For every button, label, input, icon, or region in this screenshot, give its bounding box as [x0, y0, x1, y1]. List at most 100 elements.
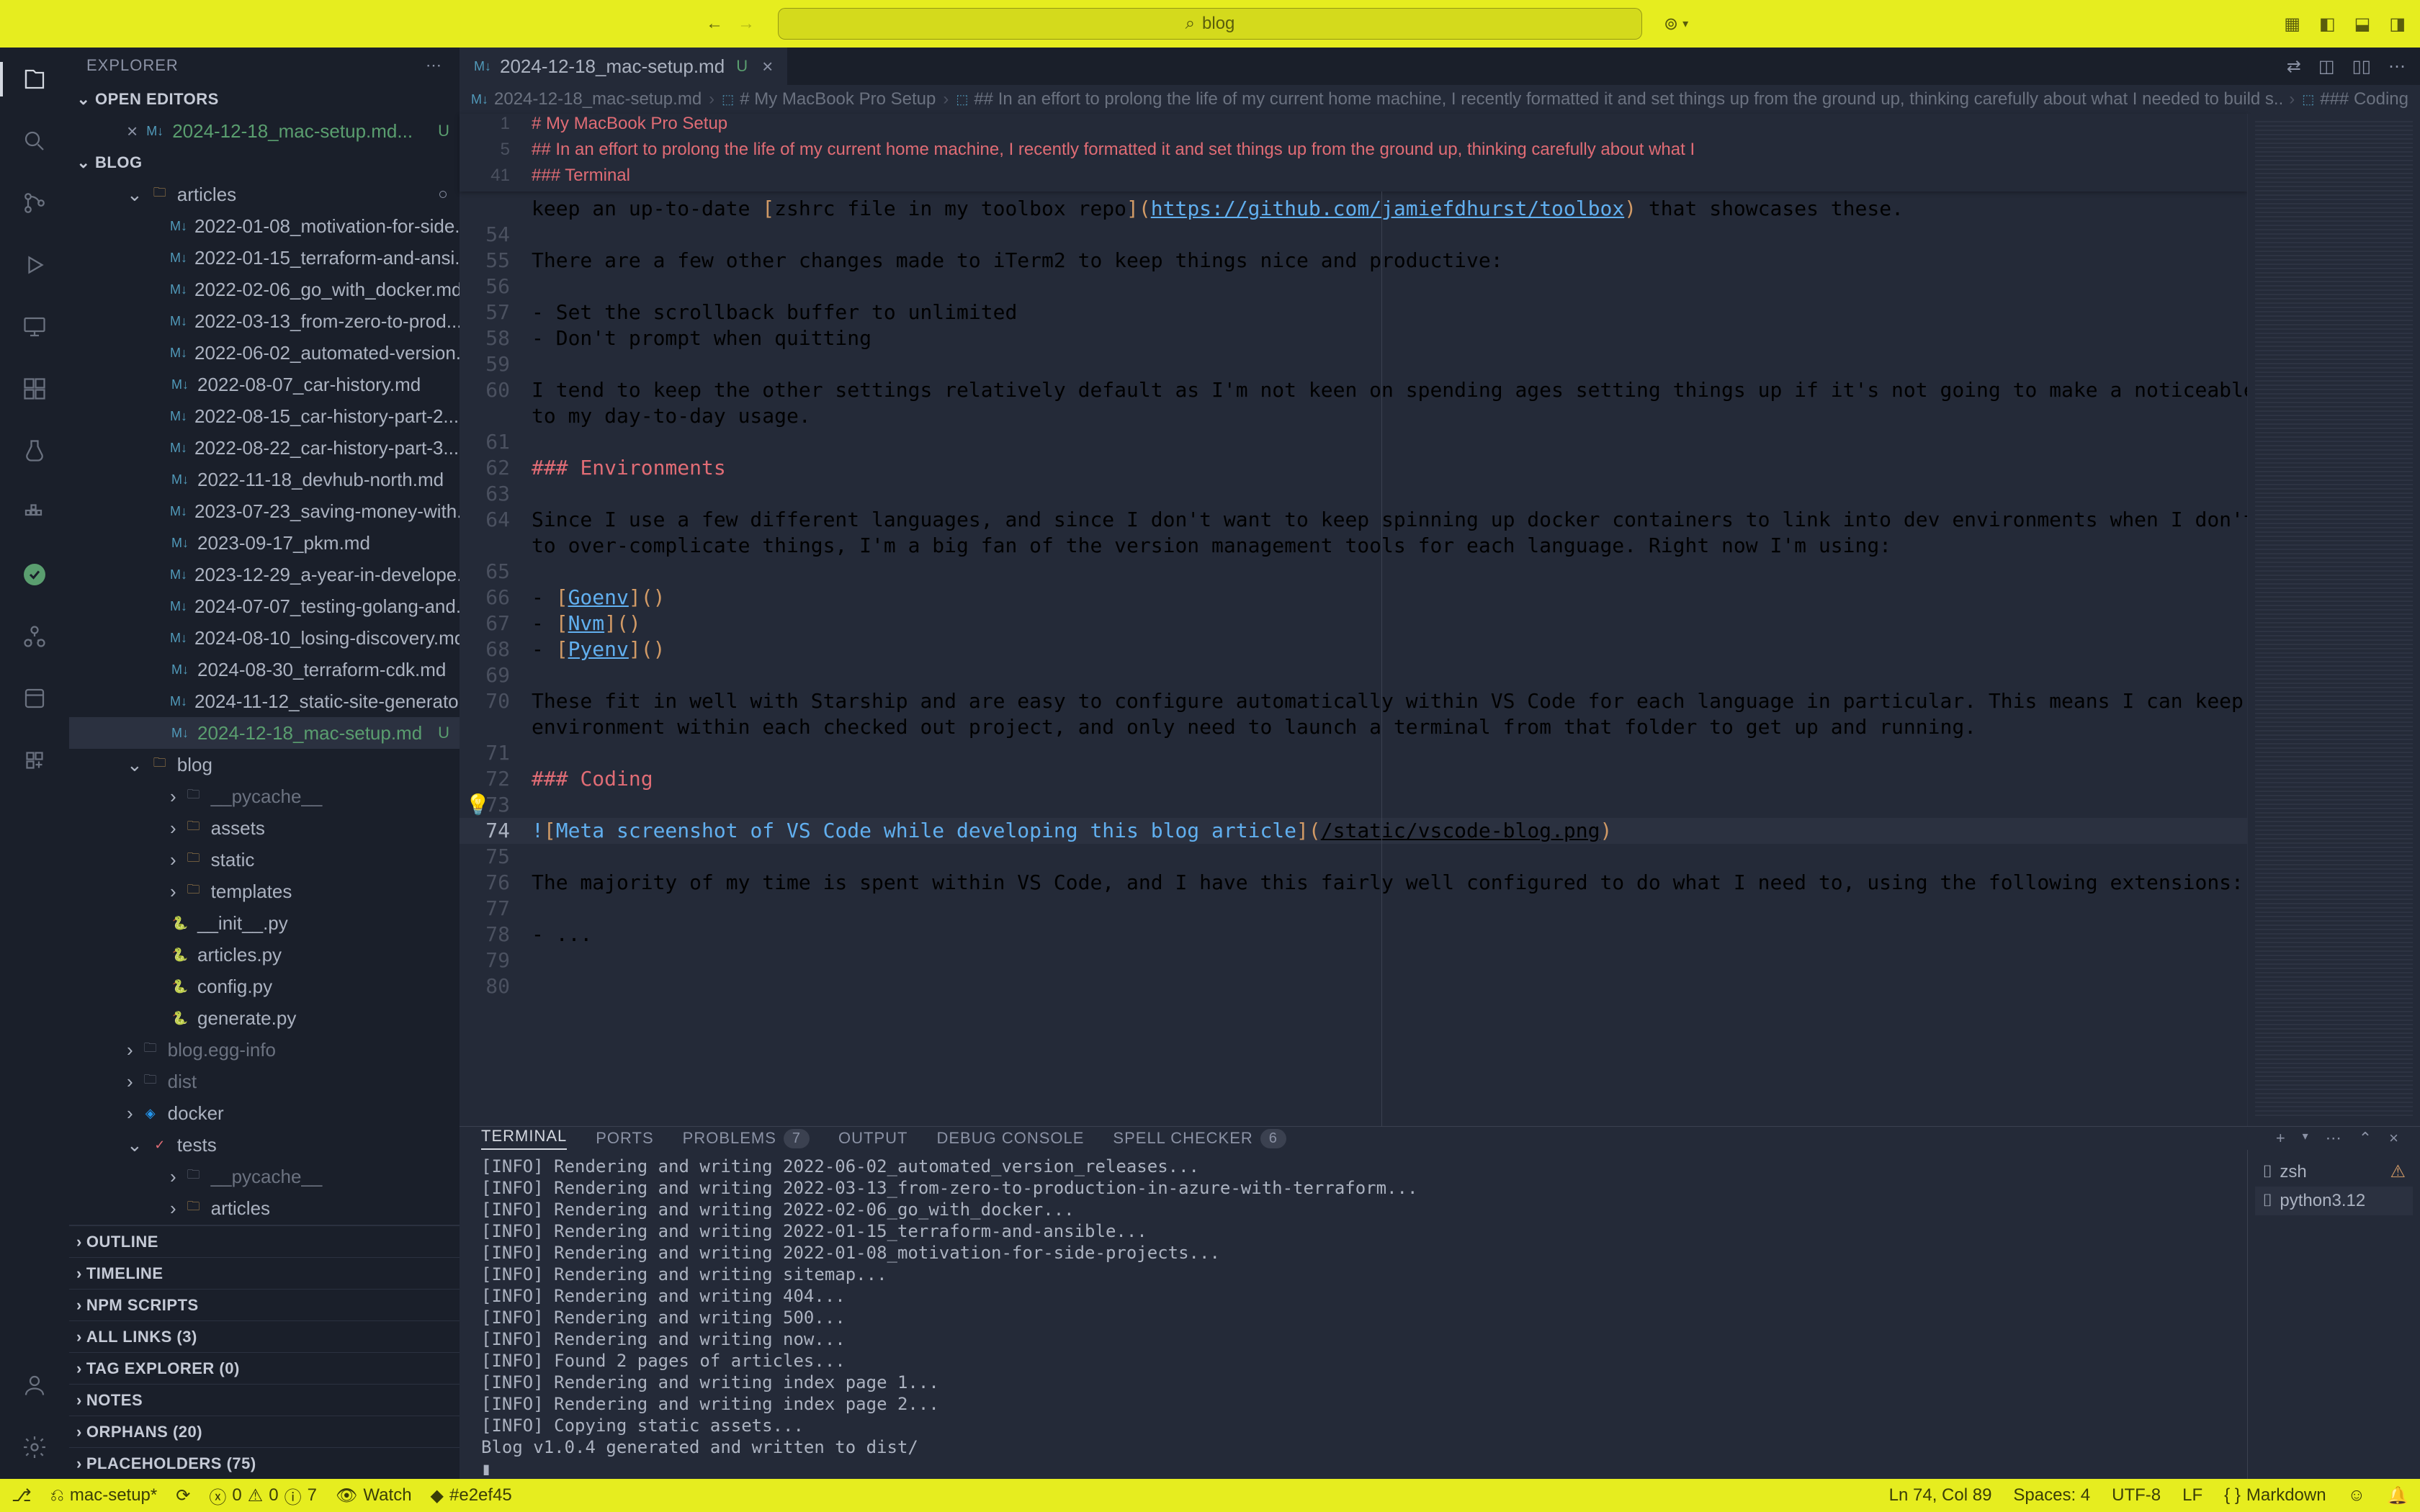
folder-static[interactable]: › 🗀 static	[69, 844, 460, 876]
breadcrumb-h2[interactable]: ⬚ ## In an effort to prolong the life of…	[956, 89, 2282, 109]
collapsed-section[interactable]: ›OUTLINE	[69, 1225, 460, 1257]
code-line[interactable]: 68- [Pyenv]()	[460, 636, 2247, 662]
workspace-header[interactable]: ⌄ BLOG	[69, 147, 460, 179]
new-terminal-icon[interactable]: +	[2276, 1129, 2285, 1148]
code-line[interactable]: 75	[460, 844, 2247, 870]
code-line[interactable]: 66- [Goenv]()	[460, 585, 2247, 611]
code-editor[interactable]: keep an up-to-date [zshrc file in my too…	[460, 192, 2247, 1126]
more-icon[interactable]: ⋯	[2326, 1129, 2341, 1148]
tab-debug-console[interactable]: DEBUG CONSOLE	[936, 1129, 1084, 1148]
search-icon[interactable]	[17, 124, 52, 158]
code-line[interactable]: 70These fit in well with Starship and ar…	[460, 688, 2247, 714]
collapsed-section[interactable]: ›ORPHANS (20)	[69, 1416, 460, 1447]
cursor-position[interactable]: Ln 74, Col 89	[1889, 1485, 1992, 1506]
file-item[interactable]: M↓2022-03-13_from-zero-to-prod...	[69, 305, 460, 337]
open-editor-item[interactable]: × M↓ 2024-12-18_mac-setup.md... U	[69, 115, 460, 147]
maximize-panel-icon[interactable]: ⌃	[2359, 1129, 2372, 1148]
code-line[interactable]: 💡73	[460, 792, 2247, 818]
code-line[interactable]: 69	[460, 662, 2247, 688]
sticky-scroll[interactable]: 1# # My MacBook Pro SetupMy MacBook Pro …	[460, 114, 2247, 192]
toggle-secondary-icon[interactable]: ◨	[2389, 14, 2406, 35]
file-item[interactable]: M↓2024-08-30_terraform-cdk.md	[69, 654, 460, 685]
folder-pycache[interactable]: › 🗀 __pycache__	[69, 1161, 460, 1192]
split-editor-icon[interactable]: ▯▯	[2352, 56, 2371, 77]
tab-output[interactable]: OUTPUT	[838, 1129, 908, 1148]
sync-icon[interactable]: ⟳	[176, 1485, 190, 1506]
file-item[interactable]: M↓2022-01-15_terraform-and-ansi...	[69, 242, 460, 274]
toggle-panel-icon[interactable]: ⬓	[2354, 14, 2371, 35]
notifications-icon[interactable]: 🔔	[2387, 1485, 2408, 1506]
preview-icon[interactable]: ◫	[2318, 56, 2335, 77]
close-icon[interactable]: ×	[127, 120, 138, 143]
source-control-icon[interactable]	[17, 186, 52, 220]
code-line[interactable]: 67- [Nvm]()	[460, 611, 2247, 636]
encoding[interactable]: UTF-8	[2112, 1485, 2161, 1506]
problems-status[interactable]: ⓧ0 ⚠0 ⓘ7	[209, 1483, 317, 1508]
language-mode[interactable]: { } Markdown	[2224, 1485, 2326, 1506]
indentation[interactable]: Spaces: 4	[2013, 1485, 2090, 1506]
folder-templates[interactable]: › 🗀 templates	[69, 876, 460, 907]
eol[interactable]: LF	[2182, 1485, 2202, 1506]
folder-egg[interactable]: › 🗀 blog.egg-info	[69, 1034, 460, 1066]
code-line[interactable]: 58- Don't prompt when quitting	[460, 325, 2247, 351]
terminal-dropdown-icon[interactable]: ▾	[2303, 1129, 2308, 1148]
file-item[interactable]: 🐍__init__.py	[69, 907, 460, 939]
breadcrumb-h1[interactable]: ⬚ # My MacBook Pro Setup	[722, 89, 936, 109]
code-line[interactable]: 61	[460, 429, 2247, 455]
command-center[interactable]: ⌕ blog	[778, 8, 1642, 40]
collapsed-section[interactable]: ›NOTES	[69, 1384, 460, 1416]
feedback-icon[interactable]: ☺	[2348, 1485, 2366, 1506]
file-item[interactable]: M↓2022-02-06_go_with_docker.md	[69, 274, 460, 305]
file-item[interactable]: M↓2023-07-23_saving-money-with...	[69, 495, 460, 527]
color-preview[interactable]: ◆#e2ef45	[431, 1485, 512, 1506]
extension-icon[interactable]	[17, 743, 52, 778]
file-item[interactable]: M↓2022-11-18_devhub-north.md	[69, 464, 460, 495]
watch-status[interactable]: 👁Watch	[336, 1485, 412, 1506]
collapsed-section[interactable]: ›PLACEHOLDERS (75)	[69, 1447, 460, 1479]
code-line[interactable]: 65	[460, 559, 2247, 585]
file-item[interactable]: M↓2024-11-12_static-site-generato...	[69, 685, 460, 717]
folder-articles[interactable]: › 🗀 articles	[69, 1192, 460, 1224]
folder-articles[interactable]: ⌄ 🗀 articles	[69, 179, 460, 210]
file-item[interactable]: M↓2022-08-07_car-history.md	[69, 369, 460, 400]
code-line[interactable]: 64Since I use a few different languages,…	[460, 507, 2247, 533]
chevron-down-icon[interactable]: ▾	[1682, 17, 1688, 31]
run-debug-icon[interactable]	[17, 248, 52, 282]
code-line[interactable]: 80	[460, 973, 2247, 999]
file-item[interactable]: M↓2022-08-15_car-history-part-2....	[69, 400, 460, 432]
folder-tests[interactable]: ⌄ ✓ tests	[69, 1129, 460, 1161]
code-line-wrap[interactable]: to over-complicate things, I'm a big fan…	[460, 533, 2247, 559]
code-line[interactable]: 79	[460, 948, 2247, 973]
terminal-output[interactable]: [INFO] Rendering and writing 2022-06-02_…	[460, 1150, 2247, 1485]
remote-explorer-icon[interactable]	[17, 310, 52, 344]
folder-assets[interactable]: › 🗀 assets	[69, 812, 460, 844]
file-item[interactable]: M↓2022-01-08_motivation-for-side...	[69, 210, 460, 242]
code-line[interactable]: 78- ...	[460, 922, 2247, 948]
git-branch[interactable]: ⎌mac-setup*	[50, 1485, 158, 1506]
breadcrumb-file[interactable]: M↓ 2024-12-18_mac-setup.md	[471, 89, 702, 109]
accounts-icon[interactable]	[17, 1368, 52, 1403]
code-line[interactable]: 54	[460, 222, 2247, 248]
code-line[interactable]: 72### Coding	[460, 766, 2247, 792]
code-line[interactable]: 55There are a few other changes made to …	[460, 248, 2247, 274]
code-line-wrap[interactable]: to my day-to-day usage.	[460, 403, 2247, 429]
more-icon[interactable]: ⋯	[426, 56, 442, 75]
close-panel-icon[interactable]: ×	[2389, 1129, 2398, 1148]
code-line[interactable]: 56	[460, 274, 2247, 300]
more-icon[interactable]: ⋯	[2388, 56, 2406, 77]
collapsed-section[interactable]: ›TAG EXPLORER (0)	[69, 1352, 460, 1384]
docker-icon[interactable]	[17, 495, 52, 530]
testing-icon[interactable]	[17, 433, 52, 468]
minimap[interactable]	[2247, 114, 2420, 1126]
code-line[interactable]: keep an up-to-date [zshrc file in my too…	[460, 196, 2247, 222]
file-item[interactable]: 🐍articles.py	[69, 939, 460, 971]
folder-pycache[interactable]: › 🗀 __pycache__	[69, 780, 460, 812]
tab-ports[interactable]: PORTS	[596, 1129, 653, 1148]
file-item[interactable]: M↓2022-08-22_car-history-part-3....	[69, 432, 460, 464]
file-item[interactable]: M↓2023-12-29_a-year-in-develope...	[69, 559, 460, 590]
code-line[interactable]: 57- Set the scrollback buffer to unlimit…	[460, 300, 2247, 325]
breadcrumb-h3[interactable]: ⬚ ### Coding	[2302, 89, 2408, 109]
explorer-icon[interactable]	[17, 62, 52, 96]
code-line[interactable]: 60I tend to keep the other settings rela…	[460, 377, 2247, 403]
extensions-icon[interactable]	[17, 372, 52, 406]
